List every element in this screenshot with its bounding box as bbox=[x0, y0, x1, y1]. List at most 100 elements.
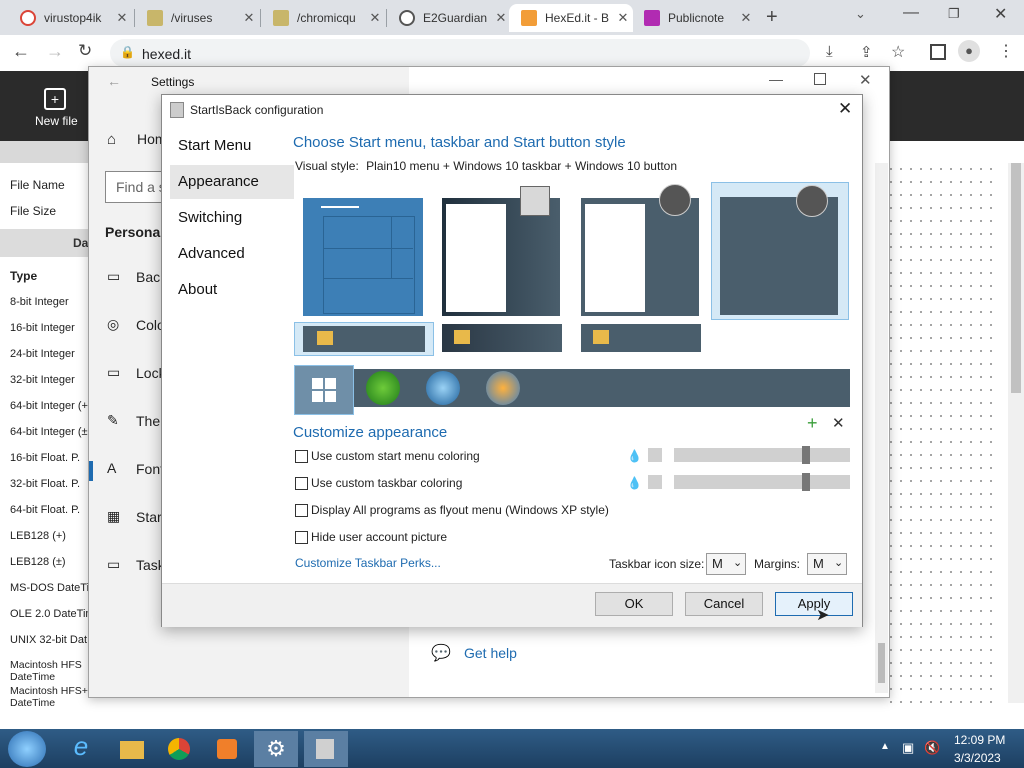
tab-search-icon[interactable]: ⌄ bbox=[855, 6, 866, 22]
apply-button[interactable]: Apply bbox=[775, 592, 853, 616]
settings-gear-icon[interactable]: ⚙ bbox=[254, 731, 298, 767]
startisback-taskbar-icon[interactable] bbox=[304, 731, 348, 767]
start-button-win7[interactable] bbox=[426, 371, 460, 405]
new-file-button[interactable]: New file bbox=[35, 114, 78, 128]
close-icon[interactable]: ✕ bbox=[112, 10, 132, 26]
side-panel-icon[interactable] bbox=[930, 44, 946, 60]
media-player-icon[interactable] bbox=[208, 731, 246, 767]
dialog-nav-advanced[interactable]: Advanced bbox=[170, 237, 294, 271]
browser-tab[interactable]: virustop4ik ✕ bbox=[8, 4, 132, 32]
user-picture-icon bbox=[520, 186, 550, 216]
dialog-nav-switching[interactable]: Switching bbox=[170, 201, 294, 235]
tab-title: Publicnote bbox=[668, 11, 725, 25]
close-window-icon[interactable]: ✕ bbox=[994, 4, 1007, 24]
settings-nav-item[interactable]: ▭ Task bbox=[89, 550, 165, 580]
minimize-icon[interactable]: — bbox=[769, 71, 783, 87]
hexed-icon bbox=[521, 10, 537, 26]
browser-tab[interactable]: Publicnote ✕ bbox=[632, 4, 756, 32]
search-input[interactable]: Find a s bbox=[105, 171, 167, 203]
checkbox[interactable] bbox=[295, 504, 308, 517]
browser-tab-active[interactable]: HexEd.it - B ✕ bbox=[509, 4, 633, 32]
forward-icon[interactable]: → bbox=[46, 41, 64, 62]
volume-icon[interactable]: 🔇 bbox=[924, 740, 940, 756]
reload-icon[interactable]: ↻ bbox=[78, 41, 92, 61]
start-button-vista[interactable] bbox=[486, 371, 520, 405]
taskbar-icon-size-select[interactable]: M ⌄ bbox=[706, 553, 746, 575]
dialog-nav-start-menu[interactable]: Start Menu bbox=[170, 129, 294, 163]
start-menu-style-preview-3[interactable] bbox=[581, 184, 699, 316]
close-icon[interactable]: ✕ bbox=[491, 10, 511, 26]
checkbox-label: Use custom start menu coloring bbox=[311, 449, 480, 463]
settings-nav-item[interactable]: ◎ Colo bbox=[89, 310, 165, 340]
settings-nav-item[interactable]: ▦ Start bbox=[89, 502, 166, 532]
type-list-item: LEB128 (+) bbox=[10, 530, 66, 542]
bookmark-star-icon[interactable]: ☆ bbox=[891, 42, 905, 62]
add-icon[interactable]: + bbox=[807, 413, 818, 434]
taskbar-color-slider[interactable] bbox=[674, 473, 850, 491]
start-menu-style-preview-4-selected[interactable] bbox=[711, 182, 849, 320]
type-list-item: Macintosh HFS+ DateTime bbox=[10, 685, 88, 709]
start-button-win10-selected[interactable] bbox=[294, 365, 354, 415]
close-icon[interactable]: ✕ bbox=[613, 10, 633, 26]
checkbox[interactable] bbox=[295, 450, 308, 463]
settings-scrollbar[interactable] bbox=[875, 163, 888, 693]
taskbar-style-preview-2[interactable] bbox=[442, 324, 562, 352]
tab-title: virustop4ik bbox=[44, 11, 102, 25]
dialog-close-icon[interactable]: ✕ bbox=[838, 99, 852, 119]
customize-taskbar-perks-link[interactable]: Customize Taskbar Perks... bbox=[295, 556, 441, 570]
start-menu-style-preview-1[interactable] bbox=[303, 198, 423, 316]
type-list-item: 32-bit Float. P. bbox=[10, 478, 81, 490]
user-picture-icon bbox=[659, 184, 691, 216]
checkbox-label: Use custom taskbar coloring bbox=[311, 476, 463, 490]
color-swatch[interactable] bbox=[648, 448, 662, 462]
close-icon[interactable]: ✕ bbox=[365, 10, 385, 26]
settings-nav-item[interactable]: ✎ Ther bbox=[89, 406, 165, 436]
settings-nav-item[interactable]: ▭ Back bbox=[89, 262, 167, 292]
cancel-button[interactable]: Cancel bbox=[685, 592, 763, 616]
download-icon[interactable]: ⤓ bbox=[826, 43, 833, 60]
close-icon[interactable]: ✕ bbox=[859, 71, 872, 89]
taskbar-style-preview-3[interactable] bbox=[581, 324, 701, 352]
chrome-icon[interactable] bbox=[160, 731, 198, 767]
maximize-icon[interactable] bbox=[814, 73, 826, 85]
url-box[interactable]: 🔒 hexed.it bbox=[110, 39, 810, 67]
browser-tab[interactable]: E2Guardian ✕ bbox=[387, 4, 511, 32]
get-help-link[interactable]: Get help bbox=[464, 645, 517, 661]
checkbox[interactable] bbox=[295, 531, 308, 544]
start-button-clover[interactable] bbox=[366, 371, 400, 405]
start-menu-color-slider[interactable] bbox=[674, 446, 850, 464]
start-orb[interactable] bbox=[8, 731, 46, 767]
new-tab-icon[interactable]: + bbox=[766, 6, 778, 29]
settings-nav-item[interactable]: A Font bbox=[89, 454, 164, 484]
taskbar-style-preview-1[interactable] bbox=[294, 322, 434, 356]
dialog-nav-about[interactable]: About bbox=[170, 273, 294, 307]
file-explorer-icon[interactable] bbox=[112, 731, 150, 767]
clock-time[interactable]: 12:09 PM bbox=[954, 733, 1005, 747]
remove-icon[interactable]: ✕ bbox=[832, 414, 845, 432]
ok-button[interactable]: OK bbox=[595, 592, 673, 616]
network-icon[interactable]: ▣ bbox=[902, 740, 914, 756]
back-icon[interactable]: ← bbox=[12, 41, 30, 62]
share-icon[interactable]: ⇪ bbox=[860, 43, 873, 61]
close-icon[interactable]: ✕ bbox=[736, 10, 756, 26]
back-arrow-icon[interactable]: ← bbox=[107, 73, 121, 89]
profile-icon[interactable]: ● bbox=[958, 40, 980, 62]
close-icon[interactable]: ✕ bbox=[239, 10, 259, 26]
minimize-icon[interactable]: — bbox=[903, 4, 919, 22]
clock-date[interactable]: 3/3/2023 bbox=[954, 751, 1001, 765]
start-menu-style-preview-2[interactable] bbox=[442, 186, 560, 316]
browser-tab[interactable]: /viruses ✕ bbox=[135, 4, 259, 32]
internet-explorer-icon[interactable]: e bbox=[62, 731, 100, 767]
browser-tab[interactable]: /chromicqu ✕ bbox=[261, 4, 385, 32]
page-scrollbar[interactable] bbox=[1008, 163, 1024, 703]
type-list-item: OLE 2.0 DateTim bbox=[10, 608, 95, 620]
restore-icon[interactable]: ❐ bbox=[948, 6, 960, 22]
margins-select[interactable]: M ⌄ bbox=[807, 553, 847, 575]
checkbox[interactable] bbox=[295, 477, 308, 490]
dialog-nav-appearance[interactable]: Appearance bbox=[170, 165, 294, 199]
show-hidden-icons[interactable]: ▲ bbox=[880, 741, 890, 752]
settings-nav-item[interactable]: ▭ Lock bbox=[89, 358, 166, 388]
menu-icon[interactable]: ⋮ bbox=[998, 41, 1014, 61]
startisback-dialog: StartIsBack configuration ✕ Start Menu Ap… bbox=[161, 94, 863, 627]
color-swatch[interactable] bbox=[648, 475, 662, 489]
